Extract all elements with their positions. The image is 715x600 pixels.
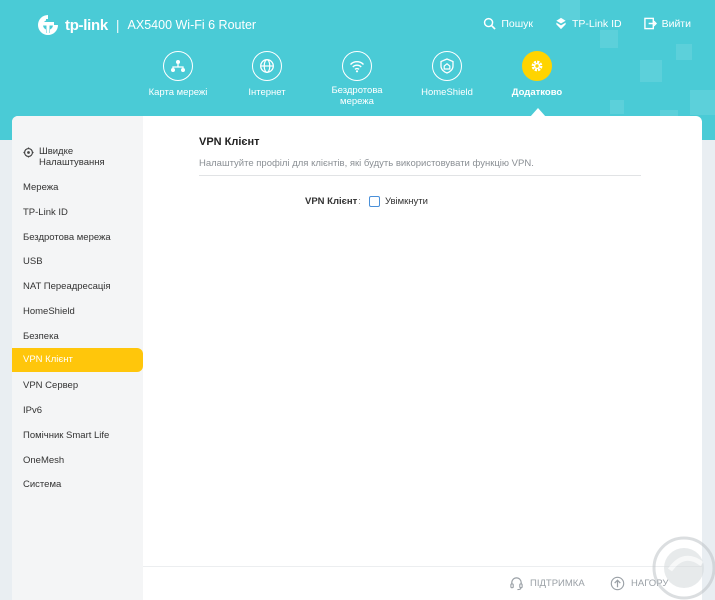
sidebar-item-wireless[interactable]: Бездротова мережа xyxy=(12,232,143,243)
vpn-client-colon: : xyxy=(358,196,361,207)
nav-circle xyxy=(342,51,372,81)
nav-label: Інтернет xyxy=(248,87,286,98)
enable-checkbox-label[interactable]: Увімкнути xyxy=(385,196,428,207)
content-area: VPN Клієнт Налаштуйте профілі для клієнт… xyxy=(143,116,702,566)
nav-circle xyxy=(432,51,462,81)
tplink-logo[interactable]: tp-link | AX5400 Wi-Fi 6 Router xyxy=(36,12,256,38)
vpn-client-label: VPN Клієнт xyxy=(305,196,358,207)
sidebar-item-label: HomeShield xyxy=(23,306,75,317)
nav-label: HomeShield xyxy=(421,87,473,98)
brand-separator: | xyxy=(115,17,120,33)
main-nav: Карта мережі Інтернет Бездротова мережа … xyxy=(0,50,715,116)
header-pattern xyxy=(600,30,618,48)
tplink-id-icon xyxy=(556,17,566,30)
nav-item-network-map[interactable]: Карта мережі xyxy=(130,50,226,98)
search-link[interactable]: Пошук xyxy=(483,17,533,30)
nav-label: Бездротова мережа xyxy=(331,85,383,107)
nav-item-wireless[interactable]: Бездротова мережа xyxy=(309,50,405,107)
sidebar-item-homeshield[interactable]: HomeShield xyxy=(12,306,143,317)
sidebar-item-network[interactable]: Мережа xyxy=(12,182,143,193)
nav-item-homeshield[interactable]: HomeShield xyxy=(399,50,495,98)
sidebar-item-quick-setup[interactable]: Швидке Налаштування xyxy=(12,146,143,168)
sidebar-item-label: Швидке Налаштування xyxy=(39,146,105,168)
sidebar: Швидке Налаштування Мережа TP-Link ID Бе… xyxy=(12,116,143,600)
vpn-client-row: VPN Клієнт : Увімкнути xyxy=(305,196,428,207)
enable-checkbox[interactable] xyxy=(368,196,380,207)
sidebar-item-label: USB xyxy=(23,256,43,267)
sidebar-item-system[interactable]: Система xyxy=(12,479,143,490)
sidebar-item-label: NAT Переадресація xyxy=(23,281,111,292)
logout-link-label: Вийти xyxy=(661,17,691,30)
sidebar-item-label: Система xyxy=(23,479,62,490)
sidebar-item-label: OneMesh xyxy=(23,455,65,466)
model-name: AX5400 Wi-Fi 6 Router xyxy=(127,18,257,32)
nav-item-internet[interactable]: Інтернет xyxy=(219,50,315,98)
page-description: Налаштуйте профілі для клієнтів, які буд… xyxy=(199,158,534,169)
search-icon xyxy=(484,17,496,30)
network-map-icon xyxy=(171,60,185,72)
logout-icon xyxy=(643,17,657,30)
globe-icon xyxy=(260,59,274,73)
brand-name: tp-link xyxy=(65,16,108,34)
headset-icon xyxy=(510,577,523,591)
sidebar-item-label: VPN Клієнт xyxy=(23,354,73,365)
nav-item-advanced[interactable]: Додатково xyxy=(489,50,585,98)
watermark-logo xyxy=(652,536,715,600)
sidebar-item-label: VPN Сервер xyxy=(23,380,79,391)
sidebar-item-smart-life[interactable]: Помічник Smart Life xyxy=(12,430,143,441)
homeshield-icon xyxy=(440,58,454,74)
search-link-label: Пошук xyxy=(501,17,533,30)
nav-circle xyxy=(252,51,282,81)
wifi-icon xyxy=(349,61,365,73)
sidebar-item-vpn-server[interactable]: VPN Сервер xyxy=(12,380,143,391)
sidebar-item-tplink-id[interactable]: TP-Link ID xyxy=(12,207,143,218)
sidebar-item-label: Бездротова мережа xyxy=(23,232,111,243)
support-link[interactable]: ПІДТРИМКА xyxy=(509,576,585,591)
tplink-logo-icon xyxy=(38,15,58,35)
sidebar-item-label: Мережа xyxy=(23,182,59,193)
sidebar-item-security[interactable]: Безпека xyxy=(12,331,143,342)
sidebar-item-nat[interactable]: NAT Переадресація xyxy=(12,281,143,292)
tplink-id-link-label: TP-Link ID xyxy=(571,17,622,30)
footer-bar: ПІДТРИМКА НАГОРУ xyxy=(143,566,702,600)
page-title: VPN Клієнт xyxy=(199,136,260,148)
sidebar-item-ipv6[interactable]: IPv6 xyxy=(12,405,143,416)
nav-label: Додатково xyxy=(511,87,563,98)
nav-circle xyxy=(522,51,552,81)
logout-link[interactable]: Вийти xyxy=(643,17,691,30)
sidebar-item-label: TP-Link ID xyxy=(23,207,68,218)
nav-circle xyxy=(163,51,193,81)
main-panel: Швидке Налаштування Мережа TP-Link ID Бе… xyxy=(12,116,702,600)
sidebar-item-label: Помічник Smart Life xyxy=(23,430,110,441)
quick-setup-icon xyxy=(23,147,34,158)
sidebar-item-onemesh[interactable]: OneMesh xyxy=(12,455,143,466)
support-link-label: ПІДТРИМКА xyxy=(530,578,585,589)
nav-label: Карта мережі xyxy=(148,87,208,98)
sidebar-item-usb[interactable]: USB xyxy=(12,256,143,267)
sidebar-item-vpn-client[interactable]: VPN Клієнт xyxy=(12,348,143,372)
sidebar-item-label: Безпека xyxy=(23,331,59,342)
tplink-id-link[interactable]: TP-Link ID xyxy=(555,17,622,30)
top-links: Пошук TP-Link ID Вийти xyxy=(483,17,691,30)
title-divider xyxy=(199,175,641,176)
gear-icon xyxy=(531,60,543,72)
arrow-up-icon xyxy=(610,576,625,591)
sidebar-item-label: IPv6 xyxy=(23,405,43,416)
